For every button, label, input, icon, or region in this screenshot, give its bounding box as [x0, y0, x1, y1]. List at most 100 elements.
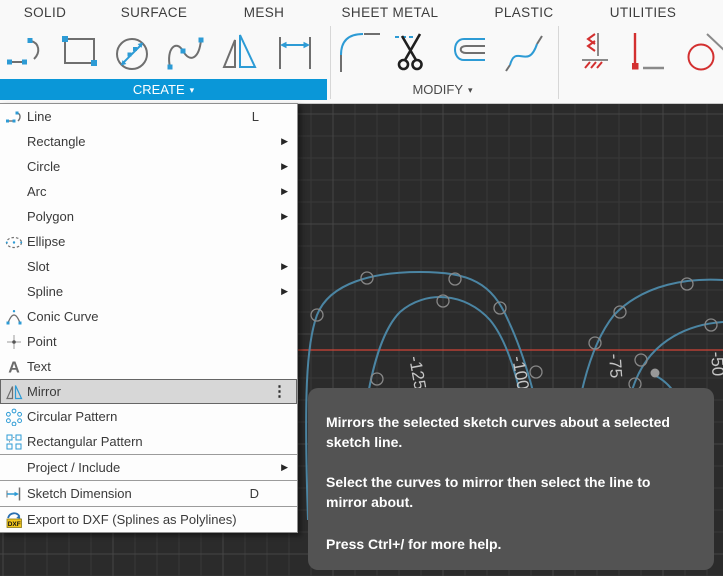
- modify-dropdown-button[interactable]: MODIFY ▾: [327, 79, 558, 100]
- menu-item-polygon[interactable]: Polygon ▶: [0, 204, 297, 229]
- menu-item-circle[interactable]: Circle ▶: [0, 154, 297, 179]
- icon-placeholder: [0, 208, 27, 226]
- dimension-tool-icon: [279, 37, 311, 69]
- menu-item-label: Point: [27, 334, 57, 349]
- offset-tool-button[interactable]: [444, 27, 488, 75]
- tooltip-text: sketch line.: [326, 434, 403, 450]
- menu-item-label: Circle: [27, 159, 61, 174]
- submenu-arrow-icon: ▶: [281, 211, 288, 221]
- caret-down-icon: ▾: [468, 85, 473, 95]
- mirror-tool-button[interactable]: [218, 27, 262, 75]
- sketch-dimension-icon: [0, 485, 27, 503]
- icon-placeholder: [0, 133, 27, 151]
- create-menu: Line L Rectangle ▶ Circle ▶ Arc ▶ Polygon ▶ Ellips…: [0, 103, 298, 533]
- menu-item-label: Sketch Dimension: [27, 486, 132, 501]
- tab-solid[interactable]: SOLID: [24, 5, 67, 20]
- menu-item-label: Polygon: [27, 209, 74, 224]
- conic-curve-icon: [0, 308, 27, 326]
- tooltip-text: mirror about.: [326, 494, 414, 510]
- tab-mesh[interactable]: MESH: [244, 5, 285, 20]
- tab-sheet-metal[interactable]: SHEET METAL: [342, 5, 439, 20]
- submenu-arrow-icon: ▶: [281, 462, 288, 472]
- fix-constraint-button[interactable]: [572, 27, 616, 75]
- menu-item-spline[interactable]: Spline ▶: [0, 279, 297, 304]
- mirror-tooltip: Mirrors the selected sketch curves about…: [308, 388, 714, 570]
- circle-tool-icon: [116, 38, 148, 70]
- tooltip-text: Mirrors the selected sketch curves about…: [326, 414, 670, 430]
- circular-pattern-icon: [0, 408, 27, 426]
- tab-utilities[interactable]: UTILITIES: [610, 5, 677, 20]
- mirror-icon: [0, 383, 27, 401]
- icon-placeholder: [0, 459, 27, 477]
- icon-placeholder: [0, 183, 27, 201]
- fix-constraint-icon: [582, 33, 608, 69]
- sketch-point: [650, 368, 660, 378]
- menu-item-conic-curve[interactable]: Conic Curve: [0, 304, 297, 329]
- submenu-arrow-icon: ▶: [281, 286, 288, 296]
- tab-surface[interactable]: SURFACE: [121, 5, 188, 20]
- line-tool-icon: [7, 38, 40, 65]
- kebab-menu-icon[interactable]: ⋮: [272, 384, 287, 399]
- svg-text:DXF: DXF: [8, 521, 21, 528]
- trim-tool-icon: [395, 33, 423, 71]
- vertical-horizontal-constraint-icon: [632, 33, 664, 70]
- spline-tool-button[interactable]: [163, 27, 207, 75]
- circle-tool-button[interactable]: [110, 27, 154, 75]
- point-icon: [0, 333, 27, 351]
- submenu-arrow-icon: ▶: [281, 186, 288, 196]
- menu-item-ellipse[interactable]: Ellipse: [0, 229, 297, 254]
- svg-text:A: A: [8, 359, 20, 376]
- menu-item-label: Rectangle: [27, 134, 86, 149]
- menu-item-line[interactable]: Line L: [0, 104, 297, 129]
- menu-item-label: Project / Include: [27, 460, 121, 475]
- menu-item-label: Text: [27, 359, 51, 374]
- menu-item-label: Conic Curve: [27, 309, 99, 324]
- menu-item-point[interactable]: Point: [0, 329, 297, 354]
- menu-item-label: Ellipse: [27, 234, 66, 249]
- workspace-tabs: SOLID SURFACE MESH SHEET METAL PLASTIC U…: [0, 0, 723, 25]
- menu-item-sketch-dimension[interactable]: Sketch Dimension D: [0, 481, 297, 506]
- tab-plastic[interactable]: PLASTIC: [494, 5, 553, 20]
- fillet-tool-button[interactable]: [336, 27, 380, 75]
- menu-item-label: Circular Pattern: [27, 409, 118, 424]
- menu-item-export-to-dxf-splines-as-polylines[interactable]: DXF Export to DXF (Splines as Polylines): [0, 507, 297, 532]
- menu-item-mirror[interactable]: Mirror ⋮: [0, 379, 297, 404]
- menu-item-rectangle[interactable]: Rectangle ▶: [0, 129, 297, 154]
- dimension-tool-button[interactable]: [273, 27, 317, 75]
- trim-tool-button[interactable]: [390, 27, 434, 75]
- fillet-tool-icon: [340, 33, 380, 72]
- tangent-constraint-button[interactable]: [682, 27, 723, 75]
- create-label: CREATE: [132, 82, 185, 97]
- caret-down-icon: ▾: [189, 85, 195, 95]
- rectangle-tool-icon: [62, 36, 97, 66]
- vertical-horizontal-constraint-button[interactable]: [622, 27, 666, 75]
- menu-item-shortcut: L: [251, 109, 259, 124]
- menu-item-label: Rectangular Pattern: [27, 434, 143, 449]
- tooltip-text: Press Ctrl+/ for more help.: [326, 536, 502, 552]
- submenu-arrow-icon: ▶: [281, 136, 288, 146]
- icon-placeholder: [0, 158, 27, 176]
- export-dxf-icon: DXF: [0, 511, 27, 529]
- create-dropdown-button[interactable]: CREATE ▾: [0, 79, 327, 100]
- curve-tool-icon: [505, 35, 543, 72]
- submenu-arrow-icon: ▶: [281, 261, 288, 271]
- menu-item-label: Arc: [27, 184, 47, 199]
- rectangle-tool-button[interactable]: [58, 27, 102, 75]
- menu-item-shortcut: D: [249, 486, 259, 501]
- icon-placeholder: [0, 283, 27, 301]
- axis-tick-label: -50: [707, 351, 723, 377]
- menu-item-arc[interactable]: Arc ▶: [0, 179, 297, 204]
- menu-item-label: Mirror: [27, 384, 61, 399]
- icon-placeholder: [0, 258, 27, 276]
- mirror-tool-icon: [222, 34, 257, 68]
- menu-item-circular-pattern[interactable]: Circular Pattern: [0, 404, 297, 429]
- line-tool-button[interactable]: [4, 27, 48, 75]
- menu-item-text[interactable]: A Text: [0, 354, 297, 379]
- fusion-sketch-screen: -125 -100 -75 -50 SOLID SURFACE MESH SHEET …: [0, 0, 723, 576]
- menu-item-slot[interactable]: Slot ▶: [0, 254, 297, 279]
- curve-tool-button[interactable]: [502, 27, 546, 75]
- modify-label: MODIFY: [412, 82, 464, 97]
- menu-item-project-include[interactable]: Project / Include ▶: [0, 455, 297, 480]
- menu-item-rectangular-pattern[interactable]: Rectangular Pattern: [0, 429, 297, 454]
- spline-tool-icon: [167, 37, 204, 70]
